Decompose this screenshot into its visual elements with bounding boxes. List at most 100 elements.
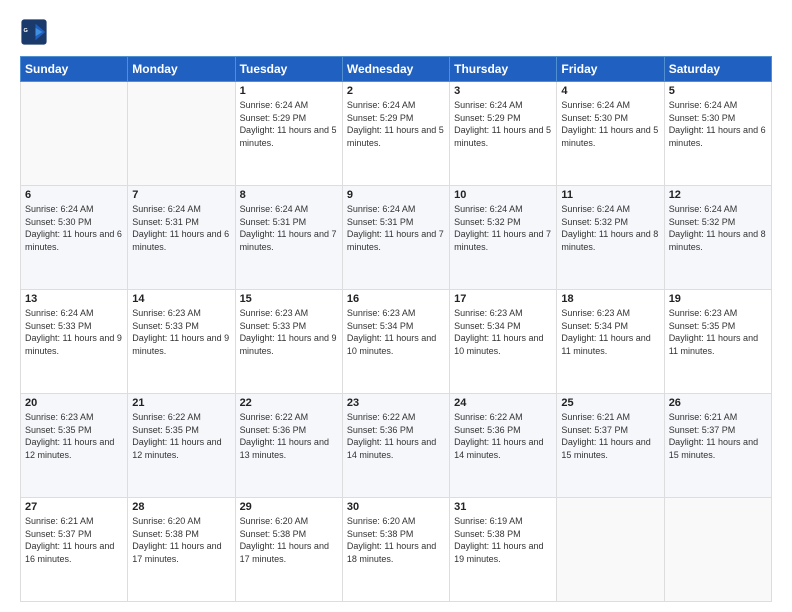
calendar-cell: 17 Sunrise: 6:23 AMSunset: 5:34 PMDayligh… [450, 290, 557, 394]
calendar-cell: 6 Sunrise: 6:24 AMSunset: 5:30 PMDaylight… [21, 186, 128, 290]
day-info: Sunrise: 6:22 AMSunset: 5:35 PMDaylight:… [132, 411, 230, 461]
day-number: 15 [240, 293, 338, 305]
calendar-header-friday: Friday [557, 57, 664, 82]
day-number: 8 [240, 189, 338, 201]
day-number: 11 [561, 189, 659, 201]
calendar-cell: 20 Sunrise: 6:23 AMSunset: 5:35 PMDayligh… [21, 394, 128, 498]
calendar-cell: 18Sunrise: 6:23 AMSunset: 5:34 PMDayligh… [557, 290, 664, 394]
calendar-week-row: 6 Sunrise: 6:24 AMSunset: 5:30 PMDaylight… [21, 186, 772, 290]
calendar-week-row: 27 Sunrise: 6:21 AMSunset: 5:37 PMDayligh… [21, 498, 772, 602]
day-number: 13 [25, 293, 123, 305]
day-info: Sunrise: 6:23 AMSunset: 5:33 PMDaylight:… [240, 307, 338, 357]
day-number: 22 [240, 397, 338, 409]
day-number: 31 [454, 501, 552, 513]
calendar-cell: 30 Sunrise: 6:20 AMSunset: 5:38 PMDayligh… [342, 498, 449, 602]
day-info: Sunrise: 6:23 AMSunset: 5:35 PMDaylight:… [25, 411, 123, 461]
day-number: 29 [240, 501, 338, 513]
calendar-cell: 15 Sunrise: 6:23 AMSunset: 5:33 PMDayligh… [235, 290, 342, 394]
calendar-header-saturday: Saturday [664, 57, 771, 82]
day-number: 27 [25, 501, 123, 513]
day-number: 28 [132, 501, 230, 513]
calendar-cell: 22 Sunrise: 6:22 AMSunset: 5:36 PMDayligh… [235, 394, 342, 498]
calendar-cell: 21Sunrise: 6:22 AMSunset: 5:35 PMDayligh… [128, 394, 235, 498]
day-info: Sunrise: 6:24 AMSunset: 5:29 PMDaylight:… [454, 99, 552, 149]
logo: G [20, 18, 52, 46]
day-info: Sunrise: 6:24 AMSunset: 5:31 PMDaylight:… [240, 203, 338, 253]
calendar-cell: 23 Sunrise: 6:22 AMSunset: 5:36 PMDayligh… [342, 394, 449, 498]
day-info: Sunrise: 6:23 AMSunset: 5:34 PMDaylight:… [454, 307, 552, 357]
day-number: 10 [454, 189, 552, 201]
day-number: 2 [347, 85, 445, 97]
day-number: 30 [347, 501, 445, 513]
calendar-cell: 25 Sunrise: 6:21 AMSunset: 5:37 PMDayligh… [557, 394, 664, 498]
day-info: Sunrise: 6:23 AMSunset: 5:34 PMDaylight:… [347, 307, 445, 357]
day-info: Sunrise: 6:22 AMSunset: 5:36 PMDaylight:… [347, 411, 445, 461]
day-number: 18 [561, 293, 659, 305]
day-number: 9 [347, 189, 445, 201]
calendar-header-sunday: Sunday [21, 57, 128, 82]
day-info: Sunrise: 6:21 AMSunset: 5:37 PMDaylight:… [669, 411, 767, 461]
calendar-cell: 13Sunrise: 6:24 AMSunset: 5:33 PMDayligh… [21, 290, 128, 394]
logo-icon: G [20, 18, 48, 46]
day-info: Sunrise: 6:20 AMSunset: 5:38 PMDaylight:… [240, 515, 338, 565]
day-number: 25 [561, 397, 659, 409]
day-info: Sunrise: 6:24 AMSunset: 5:31 PMDaylight:… [347, 203, 445, 253]
day-number: 24 [454, 397, 552, 409]
calendar-week-row: 13Sunrise: 6:24 AMSunset: 5:33 PMDayligh… [21, 290, 772, 394]
calendar-cell: 28 Sunrise: 6:20 AMSunset: 5:38 PMDayligh… [128, 498, 235, 602]
calendar-cell [128, 82, 235, 186]
calendar-header-thursday: Thursday [450, 57, 557, 82]
calendar-header-row: SundayMondayTuesdayWednesdayThursdayFrid… [21, 57, 772, 82]
day-info: Sunrise: 6:20 AMSunset: 5:38 PMDaylight:… [347, 515, 445, 565]
day-info: Sunrise: 6:22 AMSunset: 5:36 PMDaylight:… [454, 411, 552, 461]
day-info: Sunrise: 6:21 AMSunset: 5:37 PMDaylight:… [25, 515, 123, 565]
calendar-cell: 10 Sunrise: 6:24 AMSunset: 5:32 PMDayligh… [450, 186, 557, 290]
day-info: Sunrise: 6:24 AMSunset: 5:32 PMDaylight:… [669, 203, 767, 253]
header: G [20, 18, 772, 46]
calendar-cell: 11Sunrise: 6:24 AMSunset: 5:32 PMDayligh… [557, 186, 664, 290]
calendar-cell: 7Sunrise: 6:24 AMSunset: 5:31 PMDaylight… [128, 186, 235, 290]
day-info: Sunrise: 6:24 AMSunset: 5:29 PMDaylight:… [347, 99, 445, 149]
day-number: 4 [561, 85, 659, 97]
day-number: 5 [669, 85, 767, 97]
page: G SundayMondayTuesdayWednesdayThursdayFr… [0, 0, 792, 612]
day-number: 23 [347, 397, 445, 409]
calendar-header-wednesday: Wednesday [342, 57, 449, 82]
calendar-cell [664, 498, 771, 602]
calendar-week-row: 1 Sunrise: 6:24 AMSunset: 5:29 PMDaylight… [21, 82, 772, 186]
day-info: Sunrise: 6:24 AMSunset: 5:32 PMDaylight:… [454, 203, 552, 253]
calendar-cell: 5 Sunrise: 6:24 AMSunset: 5:30 PMDaylight… [664, 82, 771, 186]
calendar-cell: 9 Sunrise: 6:24 AMSunset: 5:31 PMDaylight… [342, 186, 449, 290]
day-info: Sunrise: 6:23 AMSunset: 5:35 PMDaylight:… [669, 307, 767, 357]
day-info: Sunrise: 6:24 AMSunset: 5:30 PMDaylight:… [669, 99, 767, 149]
day-info: Sunrise: 6:23 AMSunset: 5:33 PMDaylight:… [132, 307, 230, 357]
day-number: 6 [25, 189, 123, 201]
calendar-cell: 14 Sunrise: 6:23 AMSunset: 5:33 PMDayligh… [128, 290, 235, 394]
calendar-cell: 19Sunrise: 6:23 AMSunset: 5:35 PMDayligh… [664, 290, 771, 394]
calendar-cell: 2 Sunrise: 6:24 AMSunset: 5:29 PMDaylight… [342, 82, 449, 186]
day-number: 26 [669, 397, 767, 409]
calendar-cell: 29 Sunrise: 6:20 AMSunset: 5:38 PMDayligh… [235, 498, 342, 602]
calendar-cell: 3 Sunrise: 6:24 AMSunset: 5:29 PMDaylight… [450, 82, 557, 186]
day-info: Sunrise: 6:20 AMSunset: 5:38 PMDaylight:… [132, 515, 230, 565]
calendar-cell: 12 Sunrise: 6:24 AMSunset: 5:32 PMDayligh… [664, 186, 771, 290]
calendar-table: SundayMondayTuesdayWednesdayThursdayFrid… [20, 56, 772, 602]
calendar-cell [21, 82, 128, 186]
calendar-cell: 27 Sunrise: 6:21 AMSunset: 5:37 PMDayligh… [21, 498, 128, 602]
day-info: Sunrise: 6:19 AMSunset: 5:38 PMDaylight:… [454, 515, 552, 565]
day-number: 16 [347, 293, 445, 305]
day-info: Sunrise: 6:21 AMSunset: 5:37 PMDaylight:… [561, 411, 659, 461]
calendar-cell: 31 Sunrise: 6:19 AMSunset: 5:38 PMDayligh… [450, 498, 557, 602]
calendar-header-monday: Monday [128, 57, 235, 82]
day-number: 20 [25, 397, 123, 409]
day-info: Sunrise: 6:24 AMSunset: 5:30 PMDaylight:… [25, 203, 123, 253]
day-info: Sunrise: 6:22 AMSunset: 5:36 PMDaylight:… [240, 411, 338, 461]
day-info: Sunrise: 6:24 AMSunset: 5:29 PMDaylight:… [240, 99, 338, 149]
day-info: Sunrise: 6:24 AMSunset: 5:31 PMDaylight:… [132, 203, 230, 253]
calendar-cell: 1 Sunrise: 6:24 AMSunset: 5:29 PMDaylight… [235, 82, 342, 186]
day-number: 1 [240, 85, 338, 97]
day-number: 17 [454, 293, 552, 305]
day-number: 3 [454, 85, 552, 97]
day-number: 12 [669, 189, 767, 201]
day-number: 14 [132, 293, 230, 305]
